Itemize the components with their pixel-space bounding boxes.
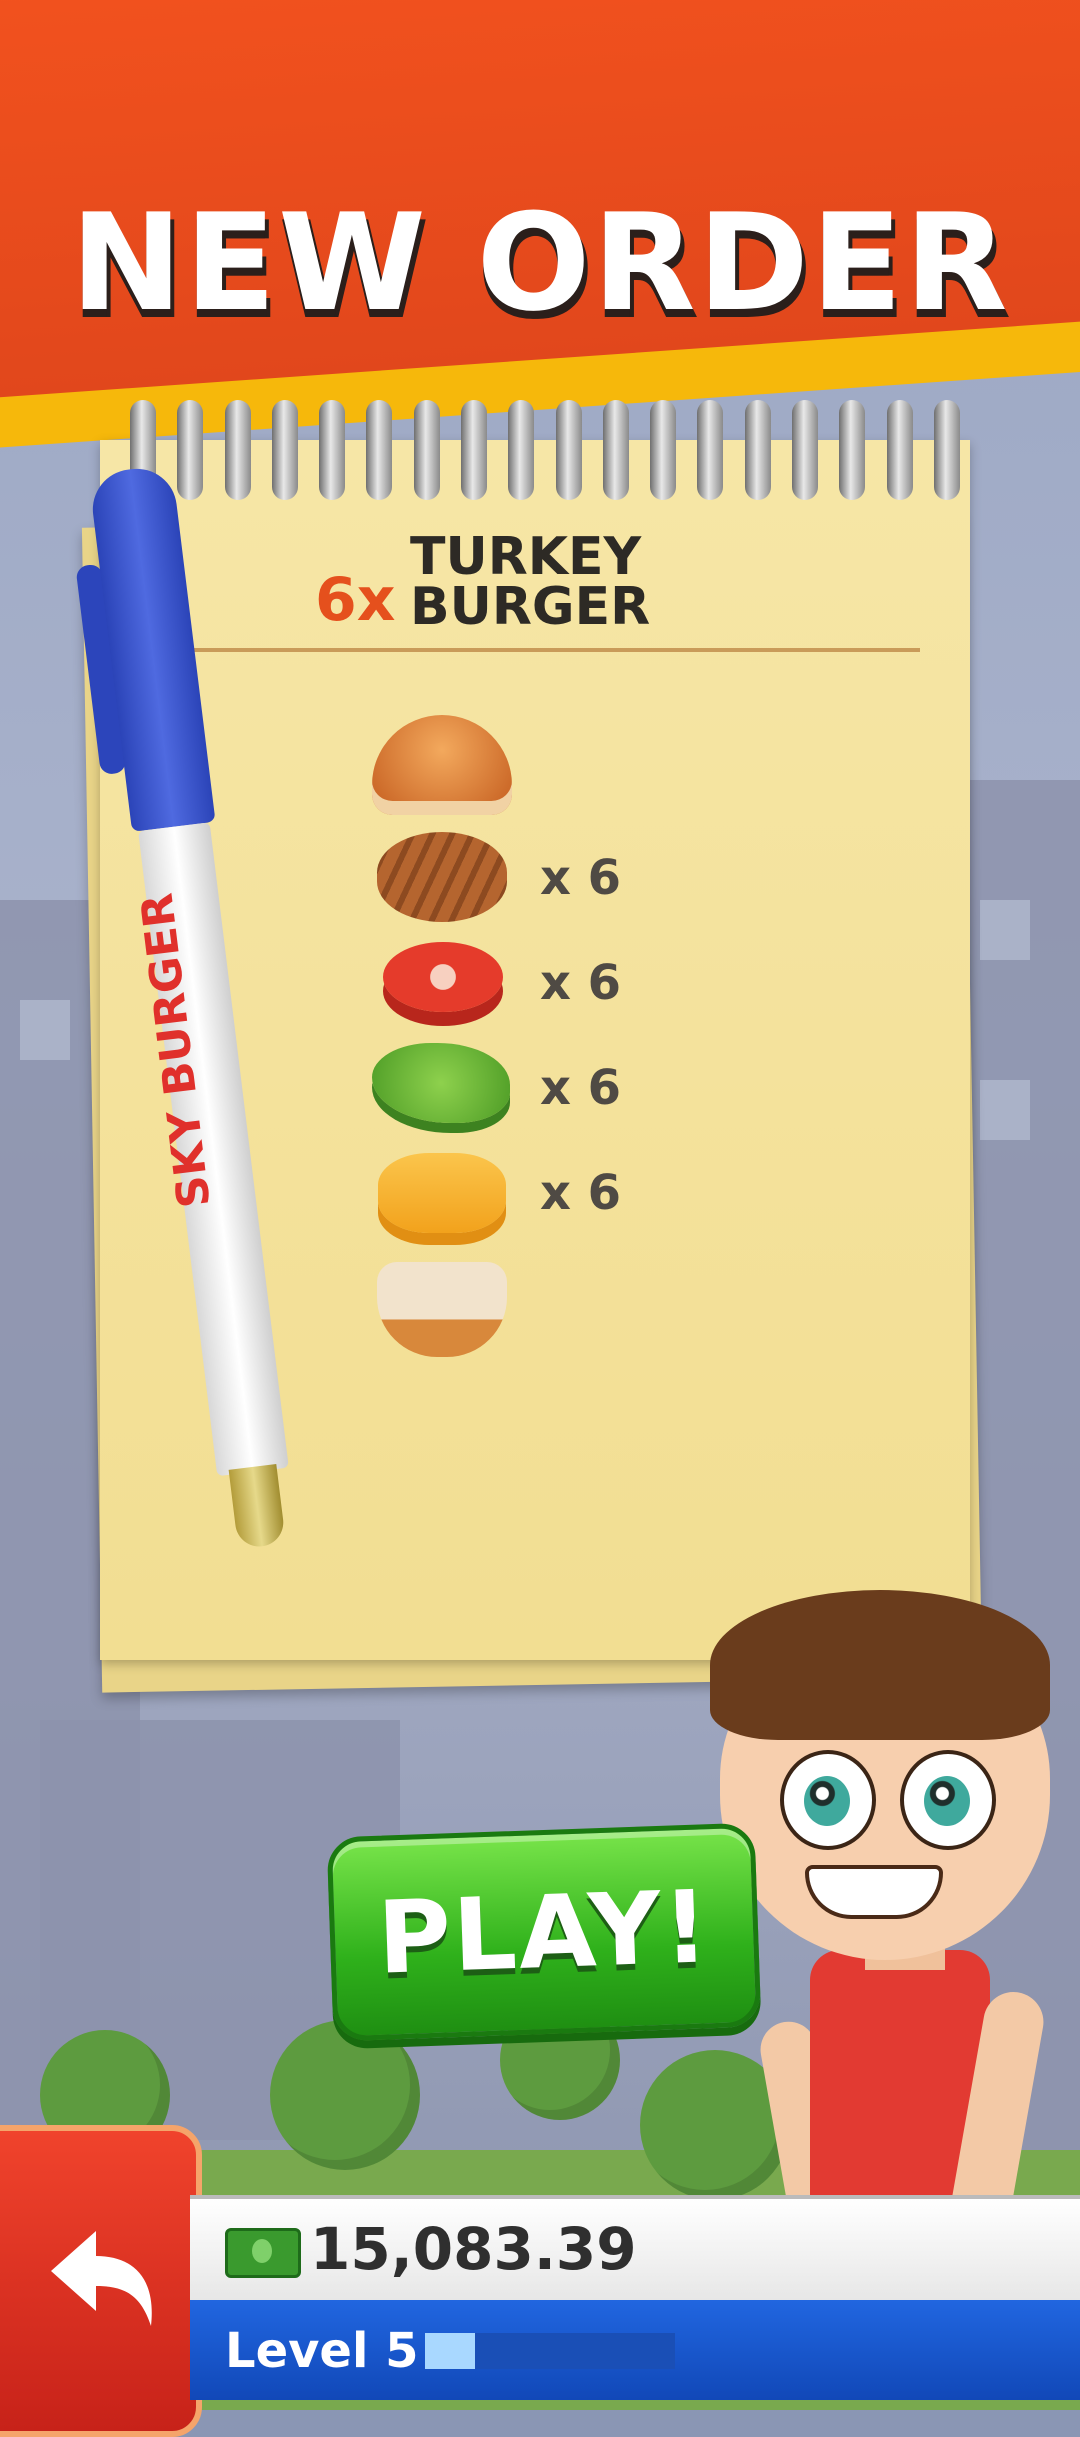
cheese-icon	[378, 1153, 506, 1233]
back-arrow-icon	[51, 2231, 152, 2326]
tree	[270, 2020, 420, 2170]
tomato-count: x 6	[540, 955, 622, 1011]
cheese-count: x 6	[540, 1165, 622, 1221]
cash-amount: 15,083.39	[310, 2215, 637, 2283]
page-title: NEW ORDER	[70, 185, 1010, 341]
play-button-label: PLAY!	[375, 1867, 713, 1997]
play-button[interactable]: PLAY!	[326, 1822, 762, 2042]
xp-progress-track	[425, 2333, 675, 2369]
patty-count: x 6	[540, 850, 622, 906]
notepad-spiral	[130, 400, 960, 500]
tomato-icon	[383, 942, 503, 1012]
order-name-line2: BURGER	[410, 577, 651, 637]
divider	[190, 648, 920, 652]
lettuce-count: x 6	[540, 1060, 622, 1116]
level-label: Level 5	[225, 2323, 419, 2379]
xp-progress-fill	[425, 2333, 475, 2369]
order-name: TURKEY BURGER	[410, 527, 651, 637]
patty-icon	[377, 832, 507, 922]
cash-icon	[225, 2228, 301, 2278]
order-name-line1: TURKEY	[410, 527, 642, 587]
back-button[interactable]	[0, 2125, 202, 2437]
order-quantity: 6x	[315, 565, 396, 635]
